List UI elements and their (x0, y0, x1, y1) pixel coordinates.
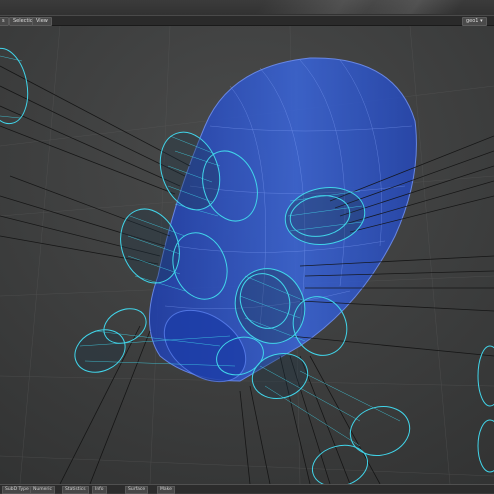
surface-button[interactable]: Surface (125, 486, 149, 494)
statistics-button[interactable]: Statistics (62, 486, 89, 494)
numeric-button[interactable]: Numeric (30, 486, 55, 494)
perspective-viewport[interactable] (0, 26, 494, 484)
title-bar-highlight (365, 0, 465, 14)
menu-bar: s Selection View geo1 ▾ (0, 15, 494, 26)
menu-item-partial[interactable]: s (0, 17, 9, 26)
title-bar: s Selection View geo1 ▾ (0, 0, 494, 26)
viewport-canvas[interactable] (0, 26, 494, 484)
layer-dropdown[interactable]: geo1 ▾ (462, 17, 487, 26)
info-button[interactable]: Info (92, 486, 107, 494)
menu-item-view[interactable]: View (32, 17, 52, 26)
make-button[interactable]: Make (157, 486, 175, 494)
